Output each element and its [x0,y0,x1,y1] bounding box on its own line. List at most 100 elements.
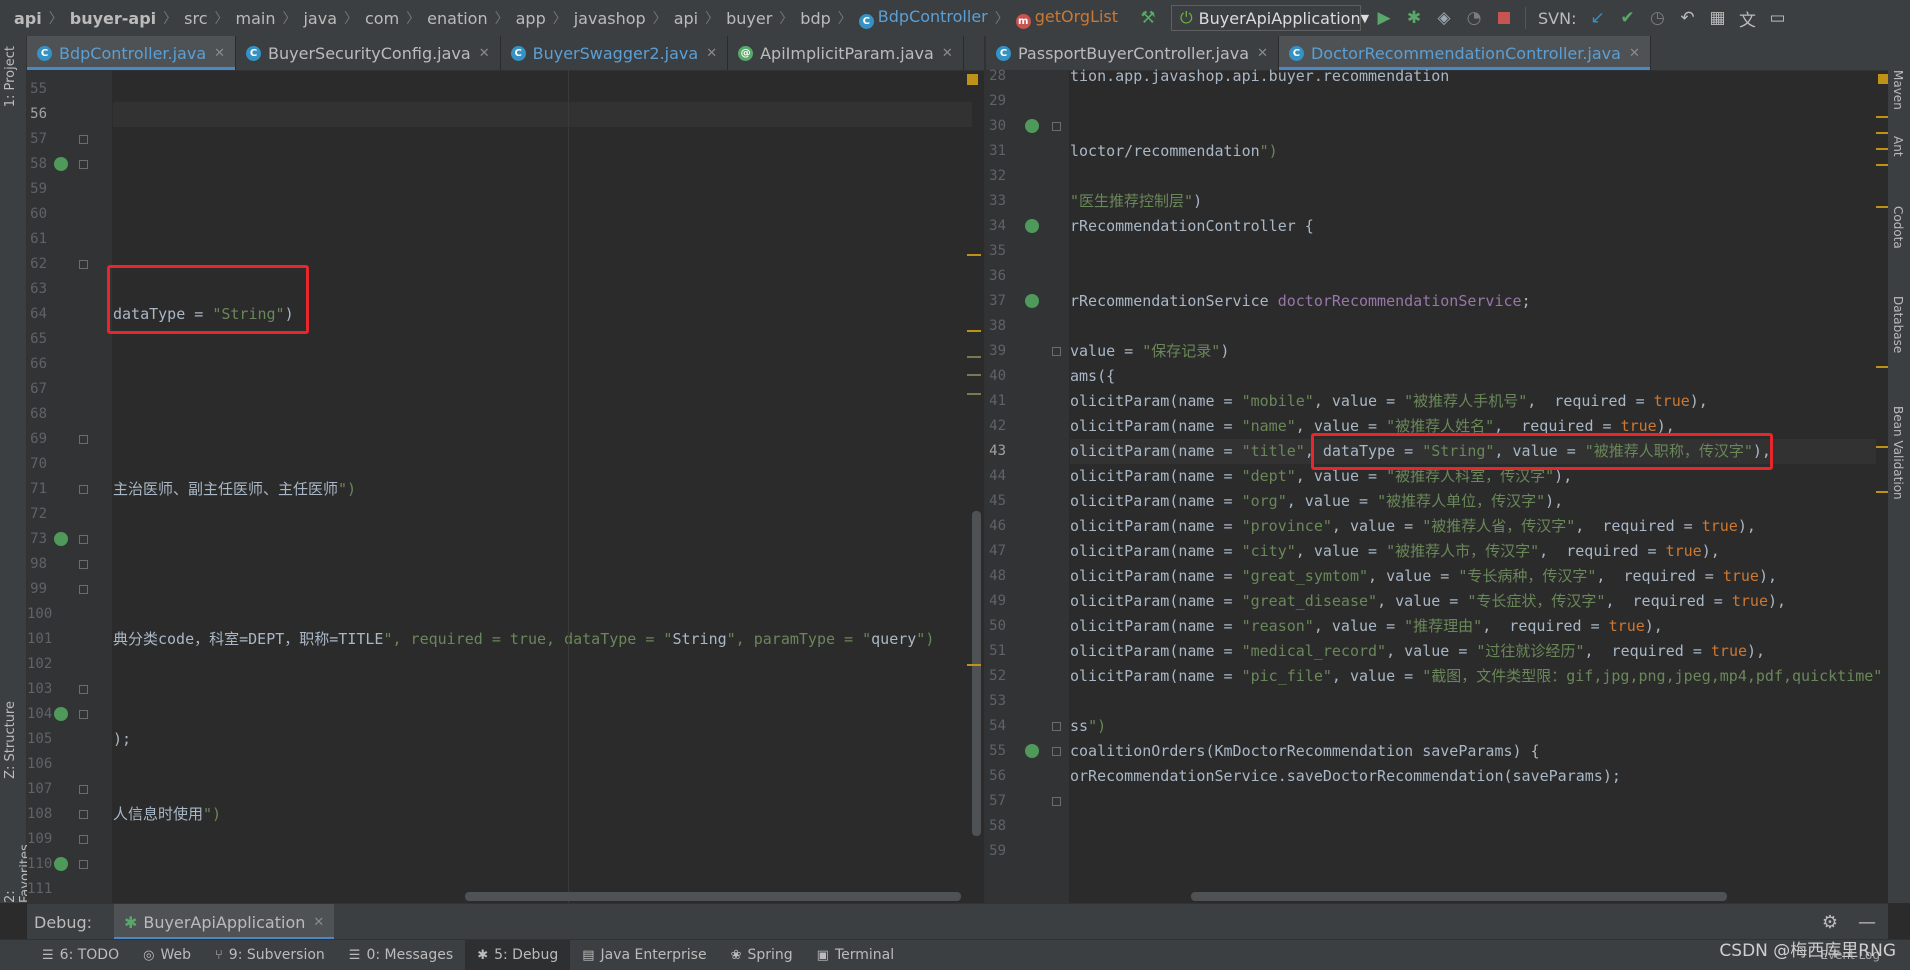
bottom-tool-button[interactable]: ◎ Web [131,940,203,970]
database-tool-tab[interactable]: Database [1891,296,1905,353]
spring-bean-icon[interactable] [1025,744,1039,758]
fold-marker-icon[interactable] [79,160,88,169]
spring-bean-icon[interactable] [54,157,68,171]
fold-marker-icon[interactable] [79,785,88,794]
close-icon[interactable]: ✕ [479,46,490,61]
svn-commit-icon[interactable]: ✔ [1616,7,1638,29]
fold-marker-icon[interactable] [1052,722,1061,731]
window-icon[interactable]: ▭ [1766,7,1788,29]
spring-bean-icon[interactable] [1025,219,1039,233]
fold-marker-icon[interactable] [79,535,88,544]
error-stripe-mark [967,330,981,332]
fold-marker-icon[interactable] [79,560,88,569]
left-editor-tab[interactable]: C BdpController.java ✕ [27,36,237,70]
line-number: 40 [989,368,1006,384]
breadcrumb-item[interactable]: C BdpController [858,7,988,29]
close-icon[interactable]: ✕ [942,46,953,61]
code-line: 典分类code，科室=DEPT，职称=TITLE", required = tr… [113,630,935,648]
profile-icon[interactable]: ◔ [1463,7,1485,29]
breadcrumb-item[interactable]: api [14,9,42,28]
bottom-tool-button[interactable]: ☰ 0: Messages [337,940,465,970]
breadcrumb-item[interactable]: app [516,9,546,28]
spring-bean-icon[interactable] [54,532,68,546]
line-number: 62 [30,256,47,272]
line-number: 67 [30,381,47,397]
gear-icon[interactable]: ⚙ [1822,912,1838,933]
minimize-icon[interactable]: — [1858,912,1876,933]
fold-marker-icon[interactable] [79,435,88,444]
left-horizontal-scrollbar[interactable] [465,892,961,901]
left-vertical-scrollbar[interactable] [972,511,981,836]
coverage-icon[interactable]: ◈ [1433,7,1455,29]
run-icon[interactable]: ▶ [1373,7,1395,29]
debug-session-tab[interactable]: ✱ BuyerApiApplication ✕ [114,904,335,940]
close-icon[interactable]: ✕ [1629,46,1640,61]
breadcrumb-item[interactable]: src [184,9,207,28]
breadcrumb-item[interactable]: bdp [800,9,830,28]
spring-bean-icon[interactable] [1025,119,1039,133]
fold-marker-icon[interactable] [1052,797,1061,806]
close-icon[interactable]: ✕ [313,915,324,930]
fold-marker-icon[interactable] [1052,347,1061,356]
breadcrumb-item[interactable]: main [235,9,275,28]
structure-tool-tab[interactable]: Z: Structure [3,701,18,779]
ant-tool-tab[interactable]: Ant [1891,136,1905,157]
project-structure-icon[interactable]: ▦ [1706,7,1728,29]
close-icon[interactable]: ✕ [214,46,225,61]
revert-icon[interactable]: ↶ [1676,7,1698,29]
breadcrumb-item[interactable]: m getOrgList [1015,7,1118,29]
hammer-icon[interactable]: ⚒ [1137,7,1159,29]
fold-marker-icon[interactable] [79,135,88,144]
bottom-tool-button[interactable]: ☰ 6: TODO [30,940,131,970]
bottom-tool-button[interactable]: ❀ Spring [719,940,805,970]
fold-marker-icon[interactable] [79,835,88,844]
bottom-tool-button[interactable]: ⑂ 9: Subversion [203,940,337,970]
left-editor-tab[interactable]: C BuyerSwagger2.java ✕ [501,36,729,70]
left-tool-strip: 1: Project Z: Structure 2: Favorites [0,36,33,903]
breadcrumb-item[interactable]: buyer-api [70,9,156,28]
breadcrumb-item[interactable]: api [674,9,698,28]
close-icon[interactable]: ✕ [1257,46,1268,61]
fold-marker-icon[interactable] [79,260,88,269]
error-stripe-mark [1876,491,1888,493]
left-editor-tab[interactable]: @ ApiImplicitParam.java ✕ [728,36,964,70]
line-number: 105 [27,731,53,747]
translate-icon[interactable]: 文 [1736,7,1758,31]
breadcrumb-item[interactable]: javashop [574,9,646,28]
breadcrumb-item[interactable]: enation [427,9,487,28]
spring-bean-icon[interactable] [54,707,68,721]
right-horizontal-scrollbar[interactable] [1191,892,1727,901]
fold-marker-icon[interactable] [1052,747,1061,756]
fold-marker-icon[interactable] [1052,122,1061,131]
svn-update-icon[interactable]: ↙ [1586,7,1608,29]
fold-marker-icon[interactable] [79,710,88,719]
line-number: 33 [989,193,1006,209]
debug-icon[interactable]: ✱ [1403,7,1425,29]
breadcrumb-item[interactable]: java [303,9,337,28]
close-icon[interactable]: ✕ [706,46,717,61]
history-icon[interactable]: ◷ [1646,7,1668,29]
spring-bean-icon[interactable] [1025,294,1039,308]
fold-marker-icon[interactable] [79,685,88,694]
bottom-tool-button[interactable]: ✱ 5: Debug [465,940,571,970]
left-editor-tab[interactable]: C BuyerSecurityConfig.java ✕ [236,36,501,70]
breadcrumb-separator-icon: 〉 [552,11,567,27]
fold-marker-icon[interactable] [79,585,88,594]
stop-icon[interactable] [1493,7,1515,29]
fold-marker-icon[interactable] [79,485,88,494]
run-config-select[interactable]: ⏻ BuyerApiApplication ▼ [1171,5,1369,31]
spring-bean-icon[interactable] [54,857,68,871]
fold-marker-icon[interactable] [79,810,88,819]
breadcrumb-item[interactable]: com [365,9,399,28]
bottom-tool-button[interactable]: ▤ Java Enterprise [570,940,718,970]
highlight-box-left [107,265,309,334]
bean-validation-tool-tab[interactable]: Bean Validation [1891,406,1905,500]
code-line: olicitParam(name = "medical_record", val… [1070,642,1766,660]
line-number: 28 [989,68,1006,84]
codota-tool-tab[interactable]: Codota [1891,206,1905,249]
fold-marker-icon[interactable] [79,860,88,869]
breadcrumb-item[interactable]: buyer [726,9,772,28]
bottom-tool-button[interactable]: ▣ Terminal [805,940,906,970]
project-tool-tab[interactable]: 1: Project [3,46,18,107]
maven-tool-tab[interactable]: Maven [1891,70,1905,110]
